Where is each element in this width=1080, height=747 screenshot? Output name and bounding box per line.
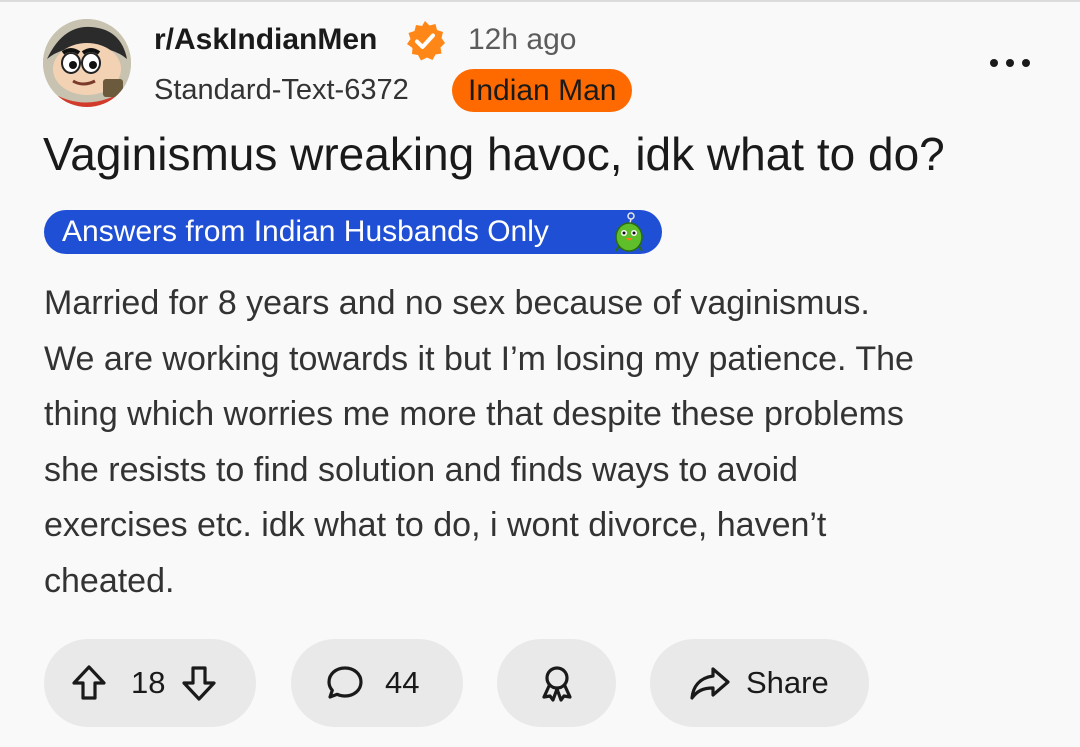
top-divider xyxy=(0,0,1080,2)
upvote-count: 18 xyxy=(131,665,166,700)
downvote-arrow-icon[interactable] xyxy=(179,663,219,703)
more-dot xyxy=(1006,59,1014,67)
comment-count: 44 xyxy=(385,665,420,700)
comment-bubble-icon xyxy=(325,663,365,703)
more-dot xyxy=(1022,59,1030,67)
vote-control: 18 xyxy=(44,639,256,727)
post-body-line: We are working towards it but I’m losing… xyxy=(44,339,914,378)
award-button[interactable] xyxy=(497,639,616,727)
share-label: Share xyxy=(746,665,829,700)
more-options-icon[interactable] xyxy=(990,48,1030,78)
subreddit-avatar[interactable] xyxy=(43,19,131,107)
award-ribbon-icon xyxy=(537,663,577,703)
green-parrot-icon xyxy=(604,210,654,254)
post-body-line: exercises etc. idk what to do, i wont di… xyxy=(44,506,827,544)
post-flair-badge[interactable]: Answers from Indian Husbands Only xyxy=(44,210,662,254)
share-arrow-icon xyxy=(688,663,732,703)
post-timestamp: 12h ago xyxy=(468,23,577,56)
cartoon-avatar-image xyxy=(43,19,131,107)
share-button[interactable]: Share xyxy=(650,639,869,727)
post-body-line: she resists to find solution and finds w… xyxy=(44,450,799,489)
user-flair-badge: Indian Man xyxy=(452,69,633,112)
post-body-line: cheated. xyxy=(44,561,175,600)
more-dot xyxy=(990,59,998,67)
subreddit-name[interactable]: r/AskIndianMen xyxy=(154,22,377,58)
verified-badge-icon xyxy=(403,19,447,63)
author-username[interactable]: Standard-Text-6372 xyxy=(154,72,409,108)
comments-button[interactable]: 44 xyxy=(291,639,463,727)
post-body-line: Married for 8 years and no sex because o… xyxy=(44,284,870,322)
post-title[interactable]: Vaginismus wreaking havoc, idk what to d… xyxy=(43,126,945,182)
post-body: Married for 8 years and no sex because o… xyxy=(44,276,1044,609)
post-body-line: thing which worries me more that despite… xyxy=(44,395,904,433)
upvote-arrow-icon[interactable] xyxy=(69,663,109,703)
post-flair-label: Answers from Indian Husbands Only xyxy=(62,215,549,248)
